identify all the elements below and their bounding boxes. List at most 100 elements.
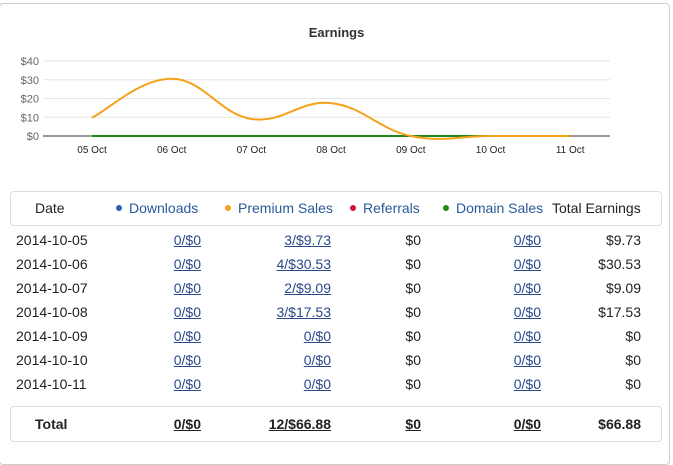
cell-wrap: 4/$30.53 [277,256,332,272]
cell-downloads[interactable]: 0/$0 [174,352,201,368]
cell-wrap: 0/$0 [304,376,331,392]
table-row: 2014-10-07 0/$0 2/$9.09 $0 0/$0 $9.09 [0,280,673,302]
cell-referrals: $0 [405,328,421,344]
cell-premium-sales[interactable]: 0/$0 [304,376,331,392]
x-tick-label: 08 Oct [316,145,346,156]
y-tick-label: $30 [21,75,39,87]
cell-wrap: 0/$0 [174,280,201,296]
dot-icon [225,205,231,211]
cell-total-earnings: $0 [625,352,641,368]
cell-downloads[interactable]: 0/$0 [174,304,201,320]
cell-date: 2014-10-07 [16,280,88,296]
header-date: Date [35,200,65,216]
y-tick-label: $20 [21,94,39,106]
cell-wrap: 0/$0 [174,256,201,272]
cell-referrals: $0 [405,376,421,392]
cell-date: 2014-10-08 [16,304,88,320]
earnings-chart: $0 $10 $20 $30 $40 05 Oct 06 Oct 07 Oct 08 Oct 09… [0,0,673,170]
x-tick-label: 11 Oct [556,145,585,156]
cell-date: 2014-10-11 [16,376,87,392]
cell-domain-sales[interactable]: 0/$0 [514,280,541,296]
total-row: Total 0/$0 12/$66.88 $0 0/$0 $66.88 [0,416,673,438]
dot-icon [116,205,122,211]
header-total-earnings: Total Earnings [552,200,641,216]
y-tick-label: $40 [21,56,39,68]
cell-wrap: 0/$0 [174,304,201,320]
cell-wrap: 0/$0 [514,352,541,368]
table-row: 2014-10-06 0/$0 4/$30.53 $0 0/$0 $30.53 [0,256,673,278]
x-tick-label: 10 Oct [476,145,506,156]
total-domain[interactable]: 0/$0 [514,416,541,432]
cell-wrap: 0/$0 [174,328,201,344]
legend-domain-sales[interactable]: Domain Sales [443,200,543,216]
cell-wrap: 0/$0 [514,376,541,392]
cell-wrap: 0/$0 [174,352,201,368]
cell-wrap: 0/$0 [304,328,331,344]
table-row: 2014-10-11 0/$0 0/$0 $0 0/$0 $0 [0,376,673,398]
cell-total-earnings: $0 [625,376,641,392]
cell-downloads[interactable]: 0/$0 [174,376,201,392]
cell-premium-sales[interactable]: 3/$17.53 [277,304,332,320]
cell-date: 2014-10-06 [16,256,88,272]
cell-downloads[interactable]: 0/$0 [174,280,201,296]
cell-wrap: 0/$0 [514,328,541,344]
cell-downloads[interactable]: 0/$0 [174,328,201,344]
cell-premium-sales[interactable]: 0/$0 [304,328,331,344]
table-row: 2014-10-10 0/$0 0/$0 $0 0/$0 $0 [0,352,673,374]
cell-referrals: $0 [405,256,421,272]
x-tick-label: 07 Oct [237,145,267,156]
total-premium[interactable]: 12/$66.88 [269,416,331,432]
cell-date: 2014-10-09 [16,328,88,344]
series-line-premium-sales [92,79,570,139]
table-row: 2014-10-08 0/$0 3/$17.53 $0 0/$0 $17.53 [0,304,673,326]
legend-downloads[interactable]: Downloads [116,200,198,216]
cell-domain-sales[interactable]: 0/$0 [514,352,541,368]
legend-premium-sales[interactable]: Premium Sales [225,200,333,216]
table-row: 2014-10-090/$00/$0$00/$0$0 [0,328,673,350]
cell-downloads[interactable]: 0/$0 [174,232,201,248]
cell-domain-sales[interactable]: 0/$0 [514,256,541,272]
cell-date: 2014-10-10 [16,352,88,368]
cell-wrap: 2/$9.09 [284,280,331,296]
dot-icon [350,205,356,211]
y-tick-label: $0 [27,131,39,143]
total-label: Total [35,416,67,432]
cell-referrals: $0 [405,232,421,248]
cell-wrap: 0/$0 [174,232,201,248]
header-row: Date Downloads Premium Sales Referrals D… [0,200,673,222]
cell-downloads[interactable]: 0/$0 [174,256,201,272]
cell-domain-sales[interactable]: 0/$0 [514,328,541,344]
dot-icon [443,205,449,211]
cell-wrap: 3/$9.73 [284,232,331,248]
cell-premium-sales[interactable]: 0/$0 [304,352,331,368]
cell-wrap: 0/$0 [514,232,541,248]
total-referrals[interactable]: $0 [405,416,421,432]
total-earnings: $66.88 [598,416,641,432]
cell-domain-sales[interactable]: 0/$0 [514,304,541,320]
cell-total-earnings: $17.53 [598,304,641,320]
cell-wrap: 0/$0 [514,256,541,272]
cell-referrals: $0 [405,352,421,368]
cell-wrap: 0/$0 [514,304,541,320]
cell-domain-sales[interactable]: 0/$0 [514,232,541,248]
x-tick-label: 06 Oct [157,145,187,156]
cell-referrals: $0 [405,280,421,296]
cell-date: 2014-10-05 [16,232,88,248]
legend-referrals[interactable]: Referrals [350,200,420,216]
cell-wrap: 0/$0 [304,352,331,368]
total-downloads[interactable]: 0/$0 [174,416,201,432]
table-row: 2014-10-05 0/$0 3/$9.73 $0 0/$0 $9.73 [0,232,673,254]
cell-total-earnings: $9.09 [606,280,641,296]
cell-total-earnings: $30.53 [598,256,641,272]
cell-premium-sales[interactable]: 3/$9.73 [284,232,331,248]
cell-premium-sales[interactable]: 4/$30.53 [277,256,332,272]
x-tick-label: 05 Oct [77,145,107,156]
cell-premium-sales[interactable]: 2/$9.09 [284,280,331,296]
y-tick-label: $10 [21,112,39,124]
x-tick-label: 09 Oct [396,145,426,156]
cell-total-earnings: $9.73 [606,232,641,248]
cell-domain-sales[interactable]: 0/$0 [514,376,541,392]
cell-referrals: $0 [405,304,421,320]
cell-wrap: 0/$0 [514,280,541,296]
cell-wrap: 0/$0 [174,376,201,392]
